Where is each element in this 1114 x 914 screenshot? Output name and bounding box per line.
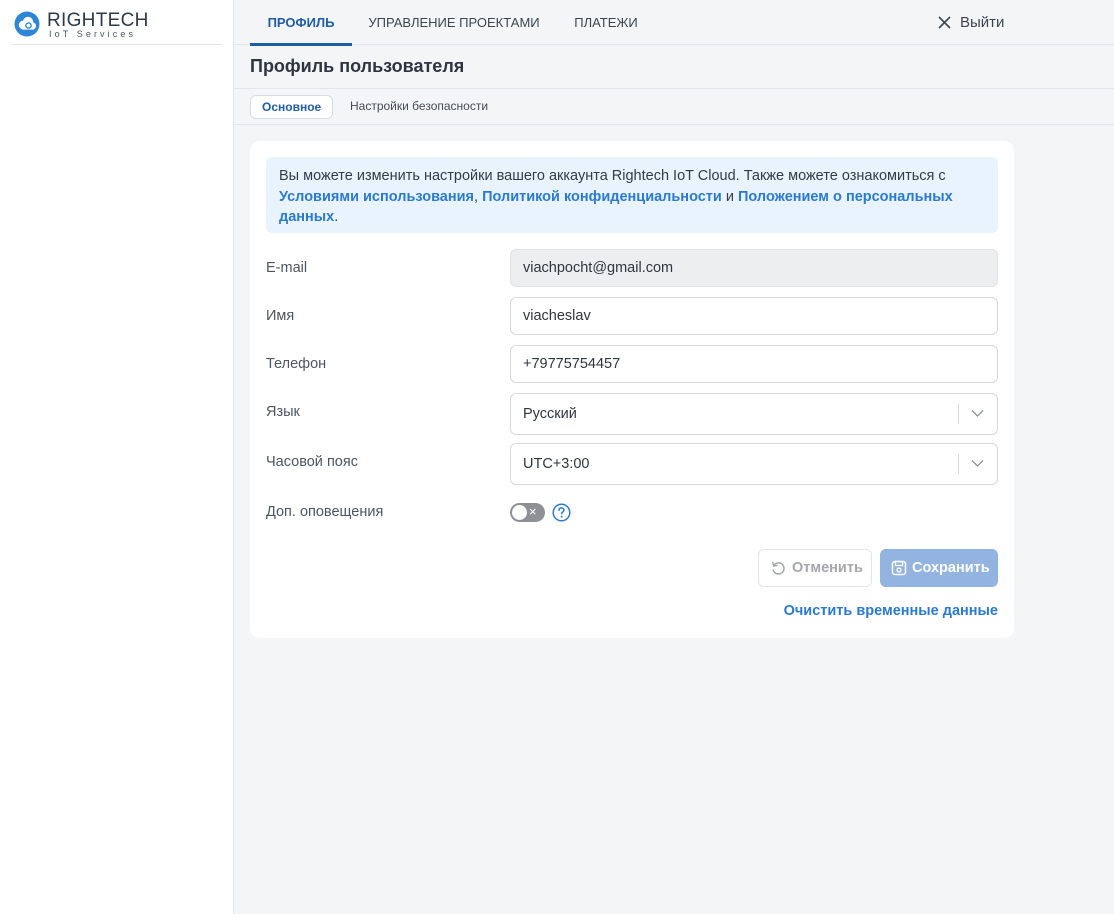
- tab-payments[interactable]: ПЛАТЕЖИ: [568, 0, 644, 45]
- clear-temporary-data-link[interactable]: Очистить временные данные: [784, 603, 998, 619]
- save-button[interactable]: Сохранить: [880, 549, 998, 587]
- language-select[interactable]: Русский: [510, 393, 998, 435]
- logout-label: Выйти: [960, 14, 1005, 31]
- undo-icon: [772, 561, 785, 575]
- email-label: E-mail: [266, 260, 308, 276]
- select-separator: [958, 404, 959, 424]
- save-icon: [891, 560, 907, 576]
- name-label: Имя: [266, 308, 295, 324]
- cancel-label: Отменить: [792, 560, 863, 576]
- brand-logo[interactable]: RIGHTECH IoT Services: [12, 8, 222, 45]
- subtab-security-settings[interactable]: Настройки безопасности: [339, 95, 499, 119]
- top-navigation: ПРОФИЛЬ УПРАВЛЕНИЕ ПРОЕКТАМИ ПЛАТЕЖИ Вый…: [234, 0, 1114, 46]
- phone-label: Телефон: [266, 356, 327, 372]
- brand-subtitle: IoT Services: [49, 29, 137, 39]
- cancel-button[interactable]: Отменить: [758, 549, 872, 587]
- profile-subtabs: Основное Настройки безопасности: [234, 88, 1114, 125]
- language-label: Язык: [266, 404, 300, 420]
- select-separator: [958, 454, 959, 474]
- info-separator: и: [721, 188, 738, 205]
- info-text: Вы можете изменить настройки вашего акка…: [279, 168, 946, 184]
- language-value: Русский: [523, 406, 577, 422]
- name-field[interactable]: viacheslav: [510, 297, 998, 335]
- timezone-select[interactable]: UTC+3:00: [510, 443, 998, 485]
- email-field: viachpocht@gmail.com: [510, 249, 998, 287]
- save-label: Сохранить: [912, 560, 990, 576]
- question-circle-icon[interactable]: [552, 503, 571, 522]
- tab-project-management[interactable]: УПРАВЛЕНИЕ ПРОЕКТАМИ: [366, 0, 542, 45]
- app-root: RIGHTECH IoT Services ПРОФИЛЬ УПРАВЛЕНИЕ…: [0, 0, 1114, 914]
- info-end: .: [334, 209, 339, 225]
- tab-profile[interactable]: ПРОФИЛЬ: [250, 0, 352, 46]
- terms-of-use-link[interactable]: Условиями использования: [279, 189, 474, 205]
- info-banner: Вы можете изменить настройки вашего акка…: [266, 157, 998, 233]
- chevron-down-icon: [971, 460, 984, 467]
- profile-card: Вы можете изменить настройки вашего акка…: [250, 141, 1014, 638]
- info-separator: ,: [474, 188, 483, 205]
- notifications-label: Доп. оповещения: [266, 504, 384, 520]
- timezone-label: Часовой пояс: [266, 454, 358, 470]
- notifications-toggle[interactable]: ×: [510, 503, 545, 522]
- page-title: Профиль пользователя: [250, 56, 465, 76]
- toggle-off-mark: ×: [529, 504, 537, 519]
- sidebar: RIGHTECH IoT Services: [0, 0, 234, 914]
- brand-name: RIGHTECH: [47, 10, 149, 31]
- chevron-down-icon: [971, 410, 984, 417]
- close-icon: [938, 16, 951, 29]
- privacy-policy-link[interactable]: Политикой конфиденциальности: [482, 189, 722, 205]
- phone-field[interactable]: +79775754457: [510, 345, 998, 383]
- timezone-value: UTC+3:00: [523, 456, 590, 472]
- subtab-general[interactable]: Основное: [250, 95, 334, 119]
- toggle-knob: [512, 505, 527, 520]
- cloud-logo-icon: [14, 11, 40, 37]
